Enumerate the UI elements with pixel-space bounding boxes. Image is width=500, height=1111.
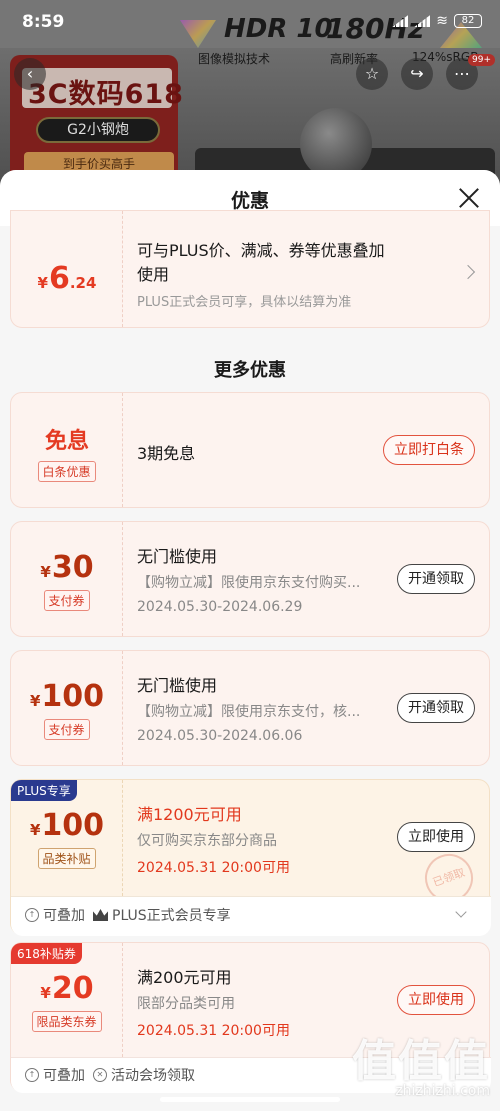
coupon-amount: ¥100 [29, 679, 105, 714]
coupon-desc: 限部分品类可用 [137, 996, 235, 1012]
hdr-caption: 图像模拟技术 [198, 52, 271, 66]
favorite-star-icon[interactable]: ☆ [356, 58, 388, 90]
crown-icon [93, 909, 108, 921]
coupon-validity: 2024.05.30-2024.06.06 [137, 728, 303, 744]
battery-icon: 82 [454, 14, 482, 28]
plus-member-item: PLUS正式会员专享 [93, 905, 231, 925]
baitiao-left: 免息 白条优惠 [11, 393, 123, 507]
coupon-title-line1: 可与PLUS价、满减、券等优惠叠加 [137, 241, 385, 260]
coupon-title: 无门槛使用 [137, 676, 218, 695]
open-baitiao-button[interactable]: 立即打白条 [383, 435, 475, 465]
stack-icon: ↑ [25, 1068, 39, 1082]
coupon-type-tag: 品类补贴 [37, 848, 96, 869]
home-indicator[interactable] [160, 1097, 340, 1102]
status-bar: 8:59 ≋ 82 [0, 0, 500, 44]
plus-price-coupon[interactable]: ¥6.24 可与PLUS价、满减、券等优惠叠加 使用 PLUS正式会员可享，具体… [10, 210, 490, 328]
baitiao-interest-free-card: 免息 白条优惠 3期免息 立即打白条 [10, 392, 490, 508]
coupon-validity: 2024.05.31 20:00可用 [137, 860, 290, 876]
chevron-right-icon [460, 264, 476, 280]
event-icon: ✕ [93, 1068, 107, 1082]
coupon-amount-area: ¥6.24 [11, 211, 123, 327]
close-icon[interactable] [458, 187, 480, 209]
coupon-type-tag: 限品类东券 [31, 1011, 102, 1032]
coupon-title: 满1200元可用 [137, 805, 242, 824]
pay-coupon-100: ¥100 支付券 无门槛使用 【购物立减】限使用京东支付，核... 2024.0… [10, 650, 490, 766]
promo-title: 3C数码618 [28, 79, 184, 110]
coupon-validity: 2024.05.30-2024.06.29 [137, 599, 303, 615]
coupon-amount: ¥100 [29, 808, 105, 843]
coupon-amount-area: ¥100 支付券 [11, 651, 123, 765]
coupon-desc: 仅可购买京东部分商品 [137, 833, 277, 849]
plus-exclusive-badge: PLUS专享 [11, 780, 77, 801]
site-watermark: 值值值 zhizhizhi.com [352, 1025, 490, 1099]
promo-pill: G2小钢炮 [36, 117, 160, 143]
coupon-type-tag: 支付券 [43, 590, 90, 611]
baitiao-title: 3期免息 [137, 444, 196, 463]
plus-exclusive-coupon: ¥100 品类补贴 PLUS专享 满1200元可用 仅可购买京东部分商品 202… [10, 779, 491, 936]
coupon-meta-row: ↑ 可叠加 ✕ 活动会场领取 [25, 1065, 195, 1085]
use-now-button[interactable]: 立即使用 [397, 822, 475, 852]
activate-claim-button[interactable]: 开通领取 [397, 564, 475, 594]
more-discounts-heading: 更多优惠 [214, 360, 286, 381]
stackable-item: ↑ 可叠加 [25, 905, 85, 925]
event-venue-item: ✕ 活动会场领取 [93, 1065, 195, 1085]
discount-sheet: 优惠 ¥6.24 可与PLUS价、满减、券等优惠叠加 使用 PLUS正式会员可享… [0, 170, 500, 1111]
baitiao-tag: 白条优惠 [37, 461, 96, 482]
coupon-title: 满200元可用 [137, 968, 232, 987]
status-time: 8:59 [22, 12, 65, 32]
subsidy-618-badge: 618补贴券 [11, 943, 82, 964]
coupon-meta-row: ↑ 可叠加 PLUS正式会员专享 [25, 905, 231, 925]
baitiao-big-text: 免息 [44, 429, 89, 454]
stackable-item: ↑ 可叠加 [25, 1065, 85, 1085]
signal-icon-2 [414, 15, 431, 27]
signal-icon [392, 15, 409, 27]
stack-icon: ↑ [25, 908, 39, 922]
coupon-amount: ¥30 [40, 550, 94, 585]
sheet-title: 优惠 [230, 190, 269, 212]
wifi-icon: ≋ [436, 13, 448, 29]
coupon-desc: 【购物立减】限使用京东支付，核... [137, 704, 361, 720]
activate-claim-button[interactable]: 开通领取 [397, 693, 475, 723]
use-now-button[interactable]: 立即使用 [397, 985, 475, 1015]
back-button[interactable]: ‹ [14, 58, 46, 90]
coupon-desc: 【购物立减】限使用京东支付购买... [137, 575, 361, 591]
coupon-amount: ¥20 [40, 971, 94, 1006]
status-icons: ≋ 82 [392, 13, 482, 29]
share-icon[interactable]: ↪ [401, 58, 433, 90]
coupon-amount: ¥6.24 [37, 261, 97, 296]
coupon-type-tag: 支付券 [43, 719, 90, 740]
coupon-validity: 2024.05.31 20:00可用 [137, 1023, 290, 1039]
watermark-logo: 值值值 [352, 1036, 490, 1087]
coupon-title: 无门槛使用 [137, 547, 218, 566]
coupon-title-line2: 使用 [137, 265, 170, 284]
notification-badge: 99+ [468, 54, 495, 66]
pay-coupon-30: ¥30 支付券 无门槛使用 【购物立减】限使用京东支付购买... 2024.05… [10, 521, 490, 637]
coupon-amount-area: ¥30 支付券 [11, 522, 123, 636]
coupon-desc: PLUS正式会员可享，具体以结算为准 [137, 295, 352, 310]
